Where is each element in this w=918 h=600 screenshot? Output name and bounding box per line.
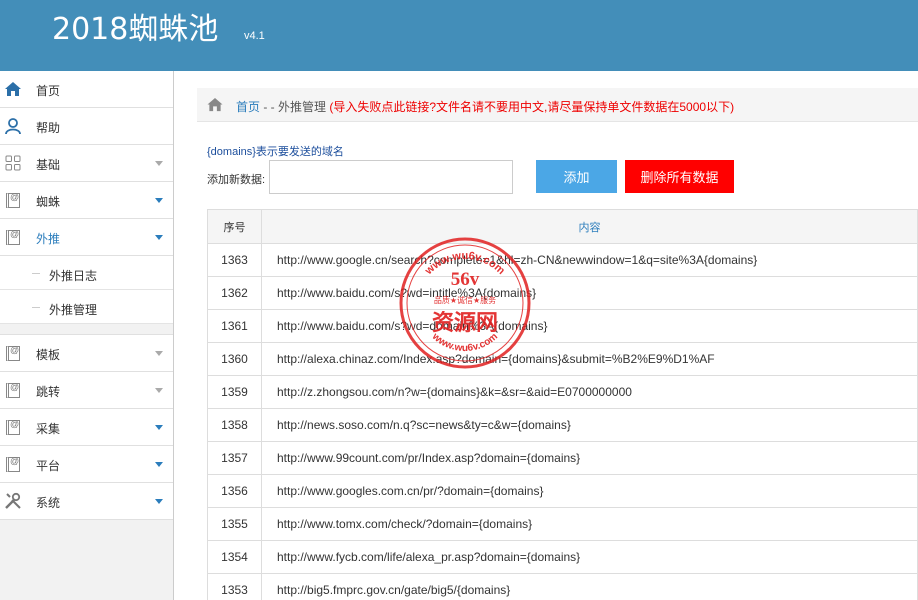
sidebar-item-platform[interactable]: 平台 bbox=[0, 446, 173, 483]
sidebar-item-home[interactable]: 首页 bbox=[0, 71, 173, 108]
table-row[interactable]: 1357 http://www.99count.com/pr/Index.asp?… bbox=[207, 441, 918, 475]
table-row[interactable]: 1355 http://www.tomx.com/check/?domain={d… bbox=[207, 507, 918, 541]
row-id: 1357 bbox=[207, 441, 262, 475]
sidebar: 首页 帮助 基础 蜘蛛 外推 外推日志 外推管理 模板 bbox=[0, 71, 174, 600]
chevron-down-icon bbox=[155, 161, 163, 166]
import-failed-link[interactable]: (导入失败点此链接?文件名请不要用中文,请尽量保持单文件数据在5000以下) bbox=[329, 100, 734, 114]
table-row[interactable]: 1360 http://alexa.chinaz.com/Index.asp?do… bbox=[207, 342, 918, 376]
sidebar-item-basic[interactable]: 基础 bbox=[0, 145, 173, 182]
grid-icon bbox=[4, 154, 22, 172]
tree-line bbox=[32, 273, 40, 274]
table-row[interactable]: 1362 http://www.baidu.com/s?wd=intitle%3A… bbox=[207, 276, 918, 310]
row-id: 1360 bbox=[207, 342, 262, 376]
row-content: http://www.googles.com.cn/pr/?domain={do… bbox=[261, 474, 918, 508]
home-icon bbox=[4, 80, 22, 98]
book-icon bbox=[4, 381, 22, 399]
sidebar-item-spider[interactable]: 蜘蛛 bbox=[0, 182, 173, 219]
sidebar-item-collect[interactable]: 采集 bbox=[0, 409, 173, 446]
domains-hint: {domains}表示要发送的域名 bbox=[207, 146, 344, 158]
row-content: http://news.soso.com/n.q?sc=news&ty=c&w=… bbox=[261, 408, 918, 442]
row-id: 1355 bbox=[207, 507, 262, 541]
app-title[interactable]: 2018蜘蛛池 bbox=[52, 10, 218, 50]
sidebar-item-label: 跳转 bbox=[36, 385, 61, 399]
chevron-down-icon bbox=[155, 388, 163, 393]
book-icon bbox=[4, 344, 22, 362]
delete-all-button[interactable]: 删除所有数据 bbox=[625, 160, 734, 193]
sidebar-subitem-outreach-manage[interactable]: 外推管理 bbox=[0, 290, 173, 324]
sidebar-item-label: 采集 bbox=[36, 422, 61, 436]
outreach-submenu: 外推日志 外推管理 bbox=[0, 256, 173, 324]
sidebar-item-redirect[interactable]: 跳转 bbox=[0, 372, 173, 409]
sidebar-item-label: 外推 bbox=[36, 232, 61, 246]
row-id: 1362 bbox=[207, 276, 262, 310]
sidebar-item-label: 基础 bbox=[36, 158, 61, 172]
sidebar-item-label: 系统 bbox=[36, 496, 61, 510]
table-row[interactable]: 1358 http://news.soso.com/n.q?sc=news&ty=… bbox=[207, 408, 918, 442]
sidebar-subitem-label: 外推管理 bbox=[49, 303, 98, 317]
row-content: http://alexa.chinaz.com/Index.asp?domain… bbox=[261, 342, 918, 376]
row-content: http://z.zhongsou.com/n?w={domains}&k=&s… bbox=[261, 375, 918, 409]
table-row[interactable]: 1363 http://www.google.cn/search?complete… bbox=[207, 243, 918, 277]
top-header: 2018蜘蛛池 v4.1 bbox=[0, 0, 918, 71]
sidebar-subitem-outreach-log[interactable]: 外推日志 bbox=[0, 256, 173, 290]
row-content: http://www.fycb.com/life/alexa_pr.asp?do… bbox=[261, 540, 918, 574]
book-icon bbox=[4, 455, 22, 473]
tree-line bbox=[32, 307, 40, 308]
row-content: http://www.baidu.com/s?wd=intitle%3A{dom… bbox=[261, 276, 918, 310]
row-id: 1359 bbox=[207, 375, 262, 409]
table-row[interactable]: 1359 http://z.zhongsou.com/n?w={domains}&… bbox=[207, 375, 918, 409]
sidebar-item-label: 平台 bbox=[36, 459, 61, 473]
row-content: http://www.tomx.com/check/?domain={domai… bbox=[261, 507, 918, 541]
table-header-row: 序号 内容 bbox=[207, 209, 918, 244]
sidebar-item-template[interactable]: 模板 bbox=[0, 335, 173, 372]
app-version: v4.1 bbox=[244, 30, 265, 42]
table-row[interactable]: 1353 http://big5.fmprc.gov.cn/gate/big5/{… bbox=[207, 573, 918, 600]
row-content: http://big5.fmprc.gov.cn/gate/big5/{doma… bbox=[261, 573, 918, 600]
sidebar-item-label: 蜘蛛 bbox=[36, 195, 61, 209]
row-content: http://www.google.cn/search?complete=1&h… bbox=[261, 243, 918, 277]
row-id: 1353 bbox=[207, 573, 262, 600]
outreach-table: 序号 内容 1363 http://www.google.cn/search?co… bbox=[207, 209, 918, 600]
chevron-down-icon bbox=[155, 198, 163, 203]
book-icon bbox=[4, 191, 22, 209]
breadcrumb-current: 外推管理 bbox=[278, 100, 327, 114]
table-row[interactable]: 1354 http://www.fycb.com/life/alexa_pr.as… bbox=[207, 540, 918, 574]
book-icon bbox=[4, 418, 22, 436]
breadcrumb-text: 首页 - - 外推管理 (导入失败点此链接?文件名请不要用中文,请尽量保持单文件… bbox=[236, 98, 734, 115]
breadcrumb: 首页 - - 外推管理 (导入失败点此链接?文件名请不要用中文,请尽量保持单文件… bbox=[197, 88, 918, 122]
sidebar-subitem-label: 外推日志 bbox=[49, 269, 98, 283]
sidebar-item-outreach[interactable]: 外推 bbox=[0, 219, 173, 256]
row-content: http://www.baidu.com/s?wd=domain%3A{doma… bbox=[261, 309, 918, 343]
add-data-input[interactable] bbox=[269, 160, 513, 194]
row-id: 1356 bbox=[207, 474, 262, 508]
sidebar-item-label: 模板 bbox=[36, 348, 61, 362]
column-header-content: 内容 bbox=[261, 209, 918, 244]
column-header-id: 序号 bbox=[207, 209, 262, 244]
row-id: 1363 bbox=[207, 243, 262, 277]
chevron-down-icon bbox=[155, 499, 163, 504]
sidebar-item-label: 首页 bbox=[36, 84, 61, 98]
table-row[interactable]: 1356 http://www.googles.com.cn/pr/?domain… bbox=[207, 474, 918, 508]
add-data-label: 添加新数据: bbox=[207, 174, 266, 186]
table-row[interactable]: 1361 http://www.baidu.com/s?wd=domain%3A{… bbox=[207, 309, 918, 343]
sidebar-item-label: 帮助 bbox=[36, 121, 61, 135]
chevron-down-icon bbox=[155, 351, 163, 356]
row-id: 1361 bbox=[207, 309, 262, 343]
breadcrumb-home-link[interactable]: 首页 bbox=[236, 100, 260, 114]
sidebar-item-help[interactable]: 帮助 bbox=[0, 108, 173, 145]
sidebar-item-system[interactable]: 系统 bbox=[0, 483, 173, 520]
home-icon[interactable] bbox=[206, 97, 224, 115]
user-icon bbox=[4, 117, 22, 135]
row-id: 1354 bbox=[207, 540, 262, 574]
row-content: http://www.99count.com/pr/Index.asp?doma… bbox=[261, 441, 918, 475]
tools-icon bbox=[4, 492, 22, 510]
chevron-down-icon bbox=[155, 235, 163, 240]
chevron-down-icon bbox=[155, 462, 163, 467]
add-button[interactable]: 添加 bbox=[536, 160, 617, 193]
row-id: 1358 bbox=[207, 408, 262, 442]
breadcrumb-separator: - - bbox=[260, 100, 279, 114]
sidebar-spacer bbox=[0, 324, 173, 335]
chevron-down-icon bbox=[155, 425, 163, 430]
book-icon bbox=[4, 228, 22, 246]
